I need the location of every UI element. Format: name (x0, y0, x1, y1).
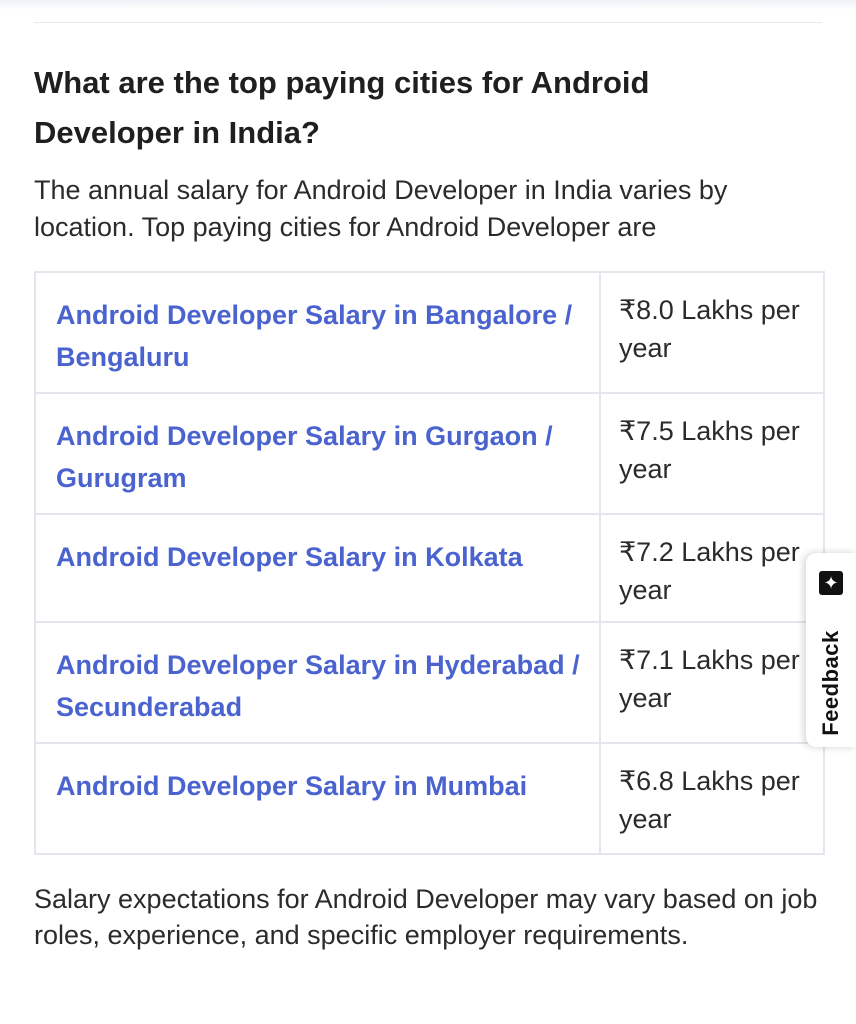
city-cell: Android Developer Salary in Hyderabad / … (34, 621, 601, 744)
table-row: Android Developer Salary in Kolkata ₹7.2… (34, 513, 825, 623)
section-heading: What are the top paying cities for Andro… (34, 65, 650, 150)
salary-value: ₹7.2 Lakhs per year (619, 537, 800, 605)
table-row: Android Developer Salary in Bangalore / … (34, 271, 825, 394)
page: What are the top paying cities for Andro… (0, 0, 856, 1024)
salary-cell: ₹6.8 Lakhs per year (599, 742, 825, 855)
city-salary-link-hyderabad[interactable]: Android Developer Salary in Hyderabad / … (36, 623, 599, 728)
salary-cell: ₹7.5 Lakhs per year (599, 392, 825, 515)
salary-value: ₹6.8 Lakhs per year (619, 766, 800, 834)
salary-value: ₹8.0 Lakhs per year (619, 295, 800, 363)
feedback-tab[interactable]: ✦ Feedback (806, 553, 856, 747)
city-salary-link-bangalore[interactable]: Android Developer Salary in Bangalore / … (36, 273, 599, 378)
city-salary-table: Android Developer Salary in Bangalore / … (34, 271, 825, 855)
city-cell: Android Developer Salary in Gurgaon / Gu… (34, 392, 601, 515)
city-cell: Android Developer Salary in Kolkata (34, 513, 601, 623)
top-bar-shadow (0, 0, 856, 10)
top-divider (34, 22, 822, 23)
table-row: Android Developer Salary in Mumbai ₹6.8 … (34, 742, 825, 855)
table-row: Android Developer Salary in Hyderabad / … (34, 621, 825, 744)
city-salary-link-mumbai[interactable]: Android Developer Salary in Mumbai (36, 744, 599, 807)
sparkle-icon: ✦ (819, 571, 843, 595)
salary-value: ₹7.5 Lakhs per year (619, 416, 800, 484)
footer-paragraph: Salary expectations for Android Develope… (34, 884, 818, 950)
salary-cell: ₹7.2 Lakhs per year (599, 513, 825, 623)
salary-cell: ₹8.0 Lakhs per year (599, 271, 825, 394)
salary-value: ₹7.1 Lakhs per year (619, 645, 800, 713)
city-salary-link-gurgaon[interactable]: Android Developer Salary in Gurgaon / Gu… (36, 394, 599, 499)
salary-cell: ₹7.1 Lakhs per year (599, 621, 825, 744)
table-row: Android Developer Salary in Gurgaon / Gu… (34, 392, 825, 515)
feedback-label: Feedback (818, 630, 843, 736)
city-cell: Android Developer Salary in Bangalore / … (34, 271, 601, 394)
intro-paragraph: The annual salary for Android Developer … (34, 175, 728, 242)
city-cell: Android Developer Salary in Mumbai (34, 742, 601, 855)
city-salary-link-kolkata[interactable]: Android Developer Salary in Kolkata (36, 515, 599, 578)
